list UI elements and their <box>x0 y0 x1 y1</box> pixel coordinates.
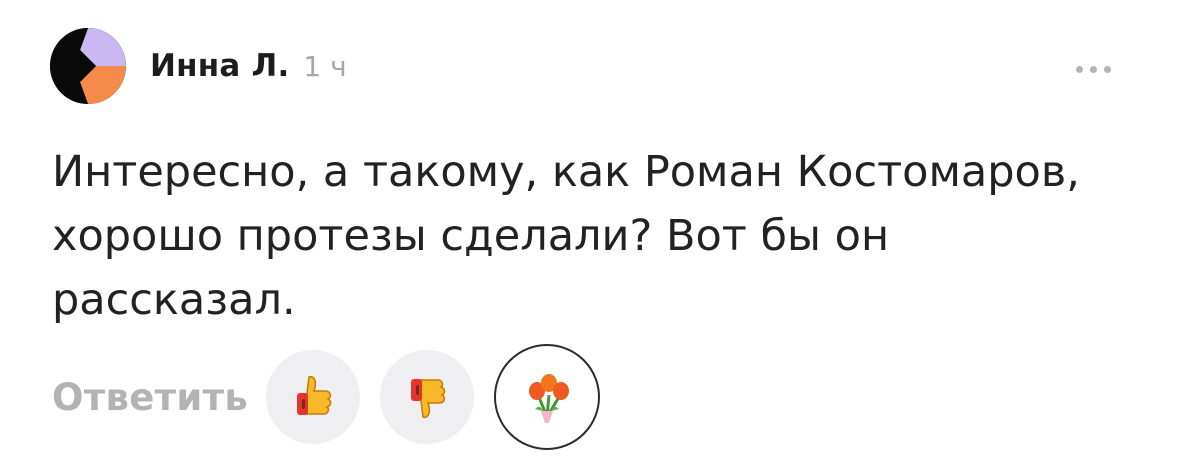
more-options-button[interactable] <box>1076 60 1124 78</box>
avatar[interactable] <box>50 28 126 104</box>
flowers-icon <box>529 374 570 423</box>
comment-actions: Ответить <box>52 344 620 450</box>
more-dots-icon <box>1090 65 1097 73</box>
comment-text: Интересно, а такому, как Роман Костомаро… <box>52 147 1080 325</box>
more-dots-icon <box>1076 65 1083 73</box>
thumbs-up-icon <box>297 375 332 415</box>
more-dots-icon <box>1104 65 1111 73</box>
comment-header: Инна Л. 1 ч <box>150 48 347 84</box>
reply-button[interactable]: Ответить <box>52 376 248 419</box>
dislike-button[interactable] <box>380 350 475 444</box>
like-button[interactable] <box>266 350 361 444</box>
thumbs-down-icon <box>411 379 446 419</box>
timestamp: 1 ч <box>303 50 347 83</box>
gift-flowers-button[interactable] <box>494 344 601 450</box>
author-name[interactable]: Инна Л. <box>150 48 289 84</box>
